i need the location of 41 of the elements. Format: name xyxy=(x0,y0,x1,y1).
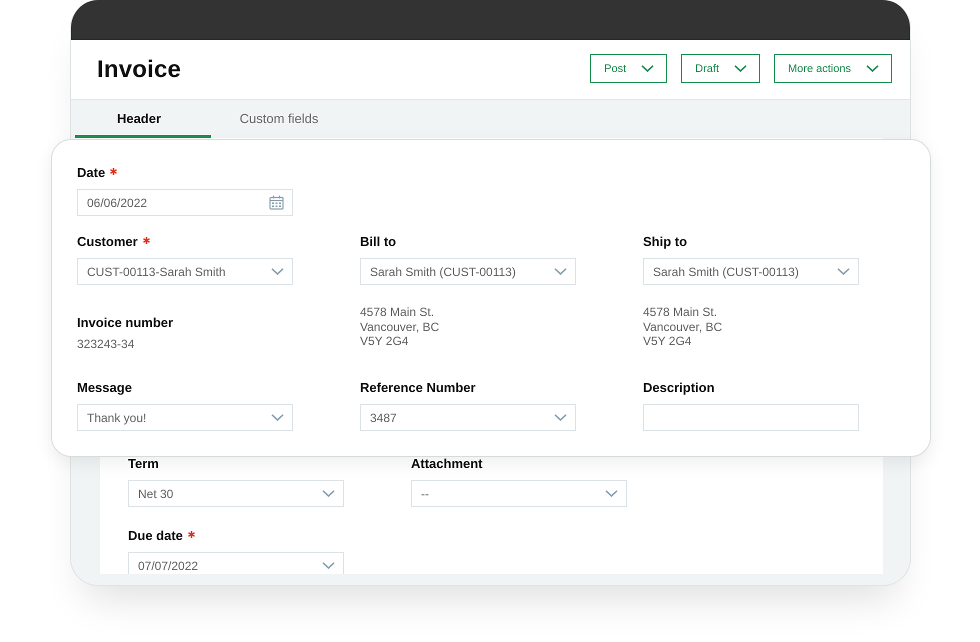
chevron-down-icon xyxy=(641,65,654,72)
field-label: Bill to xyxy=(360,234,396,250)
chevron-down-icon xyxy=(271,268,284,275)
chevron-down-icon xyxy=(554,414,567,421)
field-label: Attachment xyxy=(411,456,483,472)
dropdown-button[interactable]: More actions xyxy=(774,54,892,83)
select-field[interactable]: CUST-00113-Sarah Smith xyxy=(77,258,293,285)
select-field[interactable]: Thank you! xyxy=(77,404,293,431)
page-title: Invoice xyxy=(97,56,182,84)
address-text: 4578 Main St. Vancouver, BC V5Y 2G4 xyxy=(643,304,724,348)
select-field[interactable]: 07/07/2022 xyxy=(128,552,344,574)
select-field[interactable]: 3487 xyxy=(360,404,576,431)
field-label: Customer xyxy=(77,234,138,250)
chevron-down-icon xyxy=(554,268,567,275)
dropdown-button[interactable]: Draft xyxy=(681,54,760,83)
chevron-down-icon xyxy=(271,414,284,421)
field-label: Description xyxy=(643,380,715,396)
chevron-down-icon xyxy=(866,65,879,72)
select-field[interactable]: Sarah Smith (CUST-00113) xyxy=(360,258,576,285)
text-field[interactable] xyxy=(643,404,859,431)
field-label: Ship to xyxy=(643,234,688,250)
field-label: Date xyxy=(77,165,106,181)
chevron-down-icon xyxy=(734,65,748,72)
chevron-down-icon xyxy=(837,268,850,275)
calendar-icon xyxy=(269,195,284,210)
address-text: 4578 Main St. Vancouver, BC V5Y 2G4 xyxy=(360,304,440,348)
select-field[interactable]: Net 30 xyxy=(128,480,344,507)
chevron-down-icon xyxy=(322,490,335,497)
field-label: Term xyxy=(128,456,159,472)
date-field[interactable]: 06/06/2022 xyxy=(77,189,293,216)
field-label: Invoice number xyxy=(77,315,174,331)
field-value: 323243-34 xyxy=(77,337,136,351)
field-label: Due date xyxy=(128,528,183,544)
chevron-down-icon xyxy=(322,562,335,569)
select-field[interactable]: -- xyxy=(411,480,627,507)
dropdown-button[interactable]: Post xyxy=(590,54,668,83)
select-field[interactable]: Sarah Smith (CUST-00113) xyxy=(643,258,859,285)
field-label: Message xyxy=(77,380,132,396)
field-label: Reference Number xyxy=(360,380,476,396)
chevron-down-icon xyxy=(605,490,618,497)
tab[interactable]: Custom fields xyxy=(211,100,347,138)
